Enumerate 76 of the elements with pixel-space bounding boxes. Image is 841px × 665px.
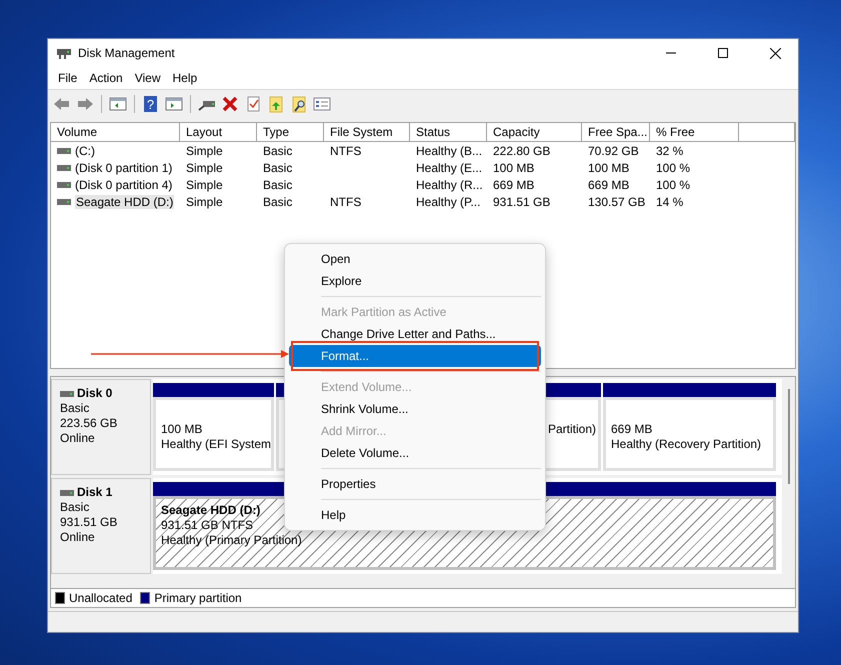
table-cell: 931.51 GB [493, 194, 550, 208]
table-cell: Basic [263, 178, 292, 192]
table-cell: 100 MB [588, 160, 630, 174]
disk-size: 931.51 GB [60, 515, 118, 530]
table-cell: Basic [263, 144, 292, 158]
drive-icon [60, 390, 74, 396]
table-cell: Healthy (R... [416, 178, 483, 192]
table-cell: Basic [263, 160, 292, 174]
table-cell: 100 % [656, 178, 690, 192]
menu-item[interactable]: Explore [289, 270, 541, 292]
disk-info-panel[interactable]: Disk 1 Basic 931.51 GB Online [51, 478, 151, 574]
partition-block[interactable]: 669 MB Healthy (Recovery Partition) [603, 397, 776, 471]
disk-management-icon [56, 46, 72, 60]
table-cell: (C:) [75, 144, 95, 158]
column-header[interactable]: % Free [650, 123, 739, 142]
table-cell: 100 % [656, 160, 690, 174]
table-cell: Healthy (E... [416, 160, 482, 174]
column-header[interactable]: File System [324, 123, 410, 142]
table-cell: Seagate HDD (D:) [75, 194, 174, 208]
disk-status: Online [60, 530, 96, 545]
menu-item[interactable]: Change Drive Letter and Paths... [289, 323, 541, 345]
column-header[interactable]: Free Spa... [582, 123, 650, 142]
scrollbar[interactable] [782, 377, 795, 588]
table-cell: Healthy (P... [416, 194, 480, 208]
column-header[interactable]: Type [257, 123, 324, 142]
menu-item[interactable]: File [52, 71, 84, 85]
disk-name: Disk 0 [77, 386, 112, 401]
menu-item[interactable]: Format... [289, 345, 541, 367]
table-cell: 669 MB [588, 178, 630, 192]
table-cell: 70.92 GB [588, 144, 639, 158]
menu-item[interactable]: Help [289, 504, 541, 526]
table-cell: 14 % [656, 194, 684, 208]
menu-item[interactable]: Help [166, 71, 204, 85]
partition-block[interactable]: 100 MB Healthy (EFI System [153, 397, 274, 471]
legend-label: Primary partition [154, 591, 242, 605]
table-cell: 100 MB [493, 160, 534, 174]
drive-icon [57, 148, 71, 154]
menu-item[interactable]: Delete Volume... [289, 442, 541, 464]
menu-item[interactable]: View [128, 71, 166, 85]
close-icon [770, 48, 780, 58]
table-cell: NTFS [330, 194, 362, 208]
menu-item[interactable]: Action [83, 71, 129, 85]
drive-icon [57, 164, 71, 170]
table-cell: NTFS [330, 144, 362, 158]
drive-icon [57, 182, 71, 188]
disk-size: 223.56 GB [60, 416, 118, 431]
column-header[interactable]: Status [410, 123, 487, 142]
disk-name: Disk 1 [77, 485, 112, 500]
table-cell: Simple [186, 178, 223, 192]
disk-type: Basic [60, 401, 90, 416]
column-header[interactable]: Layout [180, 123, 257, 142]
disk-type: Basic [60, 500, 90, 515]
table-cell: (Disk 0 partition 1) [75, 160, 172, 174]
legend-label: Unallocated [69, 591, 132, 605]
table-cell: Simple [186, 144, 223, 158]
table-cell: 130.57 GB [588, 194, 646, 208]
table-cell: Basic [263, 194, 292, 208]
table-cell: Healthy (B... [416, 144, 482, 158]
table-cell: 222.80 GB [493, 144, 550, 158]
disk-info-panel[interactable]: Disk 0 Basic 223.56 GB Online [51, 379, 151, 475]
drive-icon [57, 198, 71, 204]
disk-status: Online [60, 431, 96, 446]
table-cell: 32 % [656, 144, 684, 158]
table-cell: Simple [186, 160, 223, 174]
table-cell: 669 MB [493, 178, 534, 192]
window-title: Disk Management [78, 46, 176, 60]
menu-item[interactable]: Open [289, 248, 541, 270]
menu-item[interactable]: Shrink Volume... [289, 398, 541, 420]
table-cell: (Disk 0 partition 4) [75, 178, 172, 192]
drive-icon [60, 490, 74, 496]
menu-item[interactable]: Properties [289, 473, 541, 495]
table-cell: Simple [186, 194, 223, 208]
column-header[interactable]: Capacity [487, 123, 582, 142]
maximize-icon [718, 48, 728, 58]
help-icon-text: ? [146, 96, 154, 112]
column-header[interactable]: Volume [51, 123, 180, 142]
